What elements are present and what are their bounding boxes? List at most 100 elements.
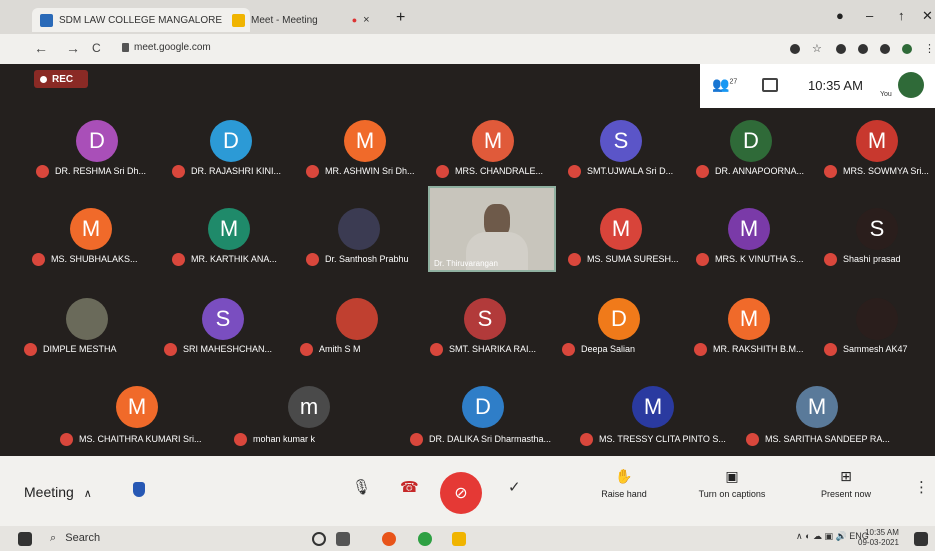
camera-off-button[interactable]: ⊘	[440, 472, 482, 514]
extension-icon[interactable]	[790, 44, 800, 54]
participant-name: MR. RAKSHITH B.M...	[694, 342, 804, 356]
chrome-icon[interactable]	[418, 532, 432, 546]
url-field[interactable]: meet.google.com	[134, 42, 211, 53]
profile-avatar[interactable]	[902, 44, 912, 54]
new-tab-button[interactable]: +	[396, 9, 405, 27]
shield-icon[interactable]	[133, 482, 145, 497]
muted-mic-icon	[32, 252, 45, 266]
college-favicon-icon	[40, 13, 53, 27]
rec-label: REC	[52, 73, 74, 85]
close-window-icon[interactable]: ✕	[922, 8, 933, 24]
present-button[interactable]: ⊞ Present now	[806, 468, 886, 499]
window-menu-icon[interactable]: ●	[836, 8, 844, 23]
forward-button[interactable]: →	[66, 40, 80, 56]
participant-avatar: D	[598, 298, 640, 340]
record-dot-icon	[40, 75, 47, 83]
muted-mic-icon	[36, 164, 49, 178]
meet-favicon-icon	[232, 13, 245, 27]
participant-avatar: M	[856, 120, 898, 162]
people-button[interactable]: 👥27	[712, 76, 737, 93]
tab-label: Meet - Meeting	[251, 14, 318, 26]
task-view-icon[interactable]	[336, 532, 350, 546]
participant-name: MR. KARTHIK ANA...	[172, 252, 277, 266]
extension-icon[interactable]	[858, 44, 868, 54]
captions-icon: ▣	[725, 468, 739, 484]
participant-avatar: D	[462, 386, 504, 428]
search-icon: ⌕	[50, 532, 57, 544]
participant-avatar: M	[472, 120, 514, 162]
tab-college[interactable]: SDM LAW COLLEGE MANGALORE ×	[32, 8, 251, 32]
participant-name: MRS. K VINUTHA S...	[696, 252, 804, 266]
taskbar-date: 09-03-2021	[858, 538, 899, 547]
participant-avatar: D	[210, 120, 252, 162]
microphone-icon[interactable]: 🎙	[352, 478, 371, 496]
meeting-grid: REC 👥27 10:35 AM You D DR. RESHMA Sri Dh…	[0, 64, 935, 456]
firefox-icon[interactable]	[382, 532, 396, 546]
participant-video: Dr. Thiruvarangan	[428, 186, 556, 272]
notifications-icon[interactable]	[914, 532, 928, 546]
muted-mic-icon	[306, 164, 319, 178]
participant-avatar: D	[76, 120, 118, 162]
raise-hand-button[interactable]: ✋ Raise hand	[584, 468, 664, 499]
participant-name: DR. DALIKA Sri Dharmastha...	[410, 432, 551, 446]
participant-avatar: M	[728, 208, 770, 250]
screen: { "browser": { "tabs": [ {"label": "SDM …	[0, 0, 935, 551]
present-label: Present now	[820, 489, 872, 499]
participant-name: MR. ASHWIN Sri Dh...	[306, 164, 415, 178]
chevron-up-icon: ∧	[83, 488, 92, 500]
muted-mic-icon	[562, 342, 575, 356]
participant-avatar	[856, 298, 898, 340]
participant-avatar: M	[208, 208, 250, 250]
chat-icon[interactable]	[762, 78, 778, 92]
muted-mic-icon	[824, 164, 837, 178]
self-avatar	[898, 72, 924, 98]
participant-count: 27	[729, 78, 738, 86]
start-icon[interactable]	[18, 532, 32, 546]
file-explorer-icon[interactable]	[452, 532, 466, 546]
participant-name: DR. RESHMA Sri Dh...	[36, 164, 146, 178]
muted-mic-icon	[568, 252, 581, 266]
cortana-icon[interactable]	[312, 532, 326, 546]
participant-avatar: S	[600, 120, 642, 162]
muted-mic-icon	[24, 342, 37, 356]
muted-mic-icon	[696, 252, 709, 266]
captions-button[interactable]: ▣ Turn on captions	[692, 468, 772, 499]
raise-hand-label: Raise hand	[601, 489, 647, 499]
participant-name: SMT.UJWALA Sri D...	[568, 164, 673, 178]
participant-name: mohan kumar k	[234, 432, 315, 446]
muted-mic-icon	[824, 342, 837, 356]
muted-mic-icon	[410, 432, 423, 446]
participant-name: DR. RAJASHRI KINI...	[172, 164, 281, 178]
participant-name: MS. SUMA SURESH...	[568, 252, 679, 266]
maximize-icon[interactable]: ↑	[898, 8, 905, 23]
hang-up-icon[interactable]: ☎	[400, 478, 419, 496]
participant-name: SRI MAHESHCHAN...	[164, 342, 272, 356]
meeting-clock: 10:35 AM	[808, 78, 863, 93]
more-options-icon[interactable]: ⋮	[914, 478, 929, 496]
muted-mic-icon	[436, 164, 449, 178]
minimize-icon[interactable]: –	[866, 8, 873, 23]
participant-name: MS. TRESSY CLITA PINTO S...	[580, 432, 726, 446]
taskbar-search[interactable]: ⌕ Search	[50, 532, 100, 545]
menu-icon[interactable]: ⋮	[924, 42, 935, 55]
star-icon[interactable]: ☆	[812, 42, 822, 55]
meeting-details-button[interactable]: Meeting ∧	[24, 484, 92, 500]
search-label: Search	[65, 532, 101, 544]
check-icon[interactable]: ✓	[508, 478, 521, 496]
reload-button[interactable]: C	[92, 41, 101, 55]
back-button[interactable]: ←	[34, 40, 48, 56]
muted-mic-icon	[234, 432, 247, 446]
participant-photo	[338, 208, 380, 250]
meeting-control-bar: Meeting ∧ 🎙 ☎ ⊘ ✓ ✋ Raise hand ▣ Turn on…	[0, 456, 935, 526]
meeting-top-controls: 👥27 10:35 AM You	[700, 64, 935, 108]
extension-icon[interactable]	[836, 44, 846, 54]
participant-name: MS. SHUBHALAKS...	[32, 252, 138, 266]
participant-photo	[336, 298, 378, 340]
os-taskbar: ⌕ Search ∧ ◐ ☁ ▣ 🔊 ENG 10:35 AM 09-03-20…	[0, 526, 935, 551]
taskbar-clock[interactable]: 10:35 AM 09-03-2021	[858, 528, 899, 548]
participant-avatar: M	[728, 298, 770, 340]
tab-close-icon[interactable]: ×	[363, 14, 369, 26]
tab-label: SDM LAW COLLEGE MANGALORE	[59, 14, 222, 26]
puzzle-icon[interactable]	[880, 44, 890, 54]
tab-meet[interactable]: Meet - Meeting ● ×	[232, 8, 370, 32]
